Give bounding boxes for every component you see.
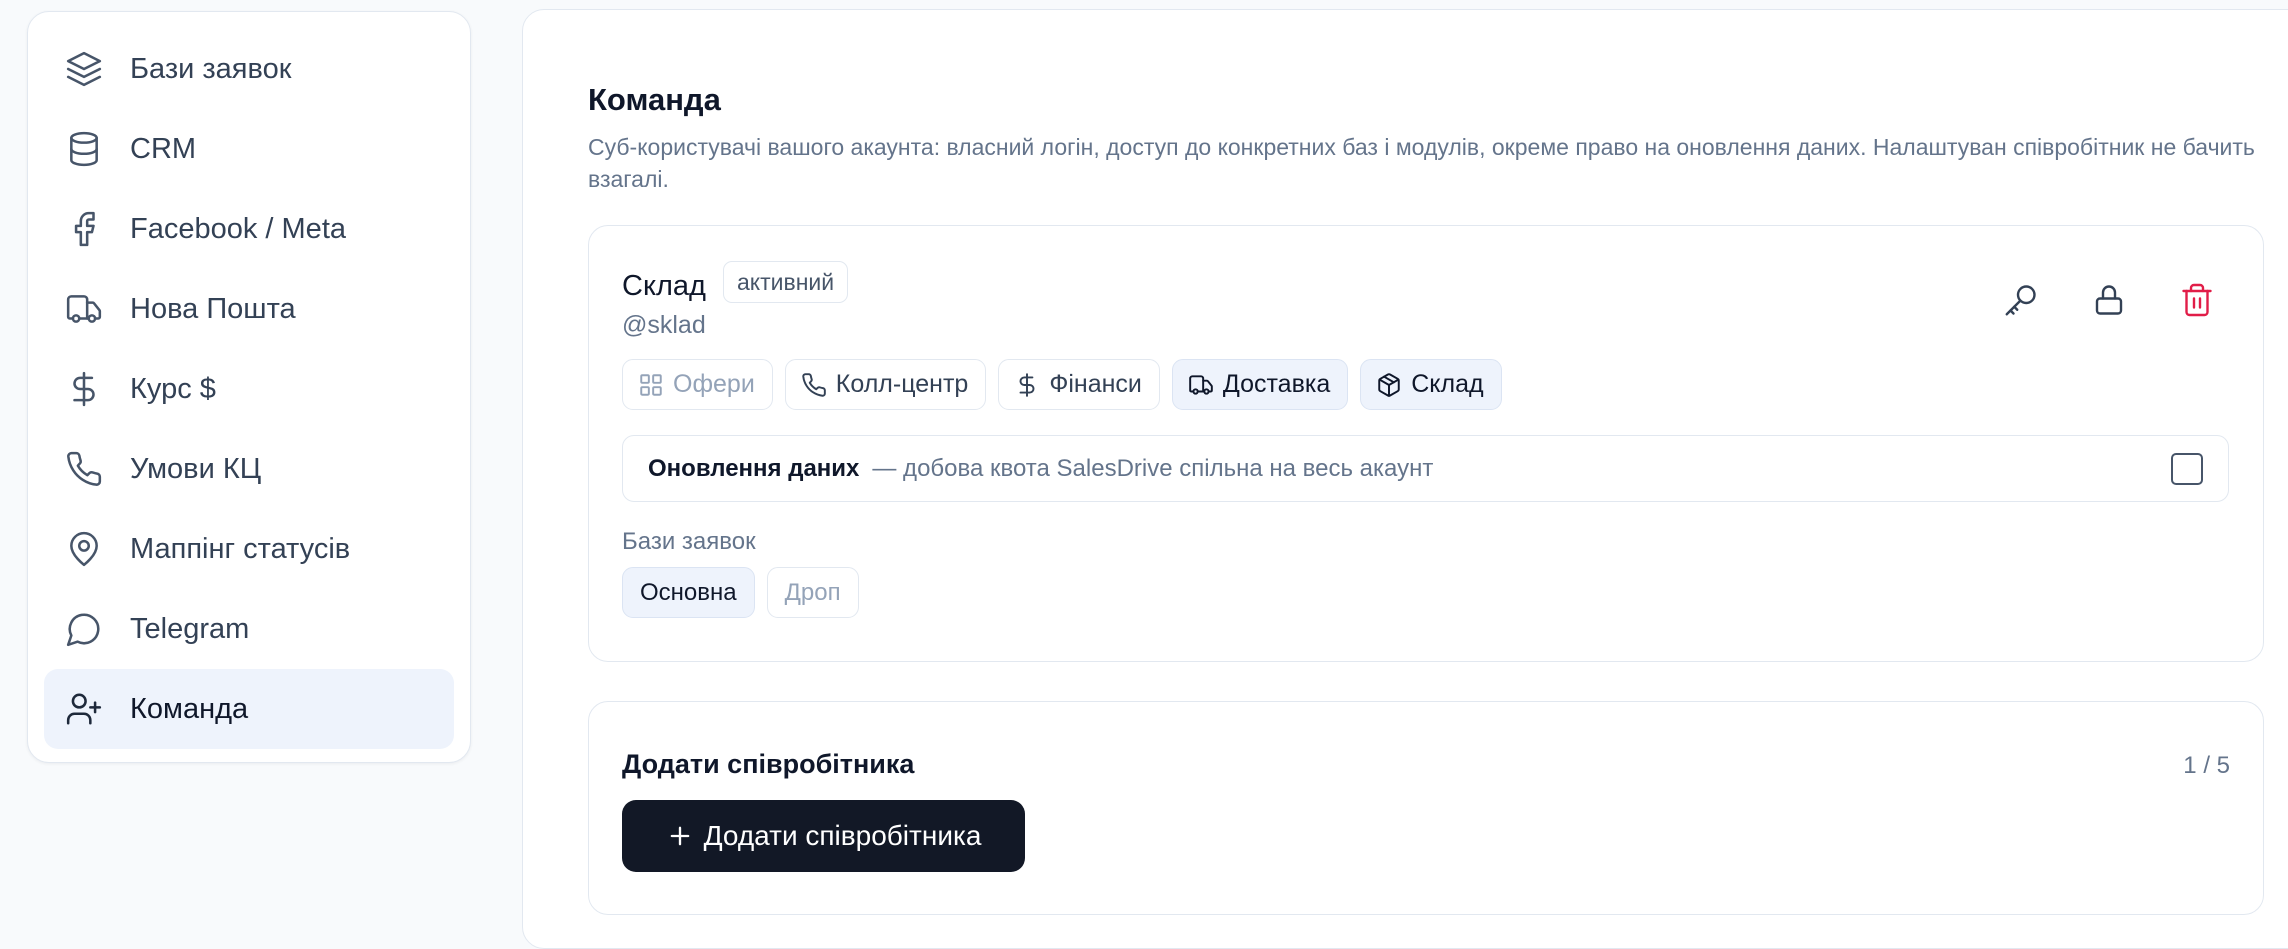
sidebar-item-komanda[interactable]: Команда bbox=[44, 669, 454, 749]
delete-member-button[interactable] bbox=[2177, 280, 2217, 320]
base-chip-drop[interactable]: Дроп bbox=[766, 567, 859, 618]
phone-icon bbox=[800, 371, 828, 399]
module-chips: Офери Колл-центр Фінанси Доставка Склад bbox=[622, 359, 1502, 410]
module-chip-label: Доставка bbox=[1222, 370, 1331, 398]
layers-icon bbox=[64, 49, 104, 89]
sidebar-item-umovy-kc[interactable]: Умови КЦ bbox=[44, 429, 454, 509]
add-member-button[interactable]: Додати співробітника bbox=[622, 800, 1025, 872]
sidebar-item-label: Маппінг статусів bbox=[130, 532, 351, 565]
add-member-button-label: Додати співробітника bbox=[703, 820, 982, 851]
add-member-title: Додати співробітника bbox=[622, 749, 915, 779]
page-title: Команда bbox=[588, 82, 721, 117]
change-password-button[interactable] bbox=[2001, 280, 2041, 320]
dollar-icon bbox=[64, 369, 104, 409]
box-icon bbox=[1375, 371, 1403, 399]
sidebar-item-kurs[interactable]: Курс $ bbox=[44, 349, 454, 429]
data-update-label: Оновлення даних bbox=[648, 454, 860, 482]
status-badge: активний bbox=[723, 261, 849, 303]
key-icon bbox=[2003, 282, 2039, 318]
sidebar-item-crm[interactable]: CRM bbox=[44, 109, 454, 189]
sidebar-item-label: Курс $ bbox=[130, 372, 216, 405]
dollar-icon bbox=[1013, 371, 1041, 399]
sidebar-item-nova-poshta[interactable]: Нова Пошта bbox=[44, 269, 454, 349]
module-chip-call-center[interactable]: Колл-центр bbox=[784, 359, 987, 410]
sidebar-item-label: CRM bbox=[130, 132, 197, 165]
sidebar-item-label: Умови КЦ bbox=[130, 452, 262, 485]
truck-icon bbox=[64, 289, 104, 329]
module-chip-offers[interactable]: Офери bbox=[622, 359, 773, 410]
module-chip-finance[interactable]: Фінанси bbox=[998, 359, 1160, 410]
phone-icon bbox=[64, 449, 104, 489]
module-chip-label: Офери bbox=[673, 370, 755, 398]
module-chip-label: Колл-центр bbox=[835, 370, 969, 398]
sidebar-item-label: Бази заявок bbox=[130, 52, 292, 85]
base-chip-main[interactable]: Основна bbox=[622, 567, 755, 618]
module-chip-label: Фінанси bbox=[1049, 370, 1142, 398]
member-counter: 1 / 5 bbox=[2183, 752, 2230, 779]
lock-icon bbox=[2091, 282, 2127, 318]
module-chip-label: Склад bbox=[1411, 370, 1484, 398]
message-circle-icon bbox=[64, 609, 104, 649]
plus-icon bbox=[666, 822, 694, 850]
add-member-card: Додати співробітника 1 / 5 Додати співро… bbox=[588, 701, 2264, 915]
page-description: Суб-користувачі вашого акаунта: власний … bbox=[588, 134, 2255, 192]
truck-icon bbox=[1187, 371, 1215, 399]
sidebar-item-facebook[interactable]: Facebook / Meta bbox=[44, 189, 454, 269]
module-chip-warehouse[interactable]: Склад bbox=[1360, 359, 1502, 410]
member-login: @sklad bbox=[622, 311, 706, 339]
data-update-hint: — добова квота SalesDrive спільна на вес… bbox=[872, 454, 1434, 482]
bases-label: Бази заявок bbox=[622, 528, 756, 555]
trash-icon bbox=[2179, 282, 2215, 318]
sidebar-item-label: Команда bbox=[130, 692, 249, 725]
grid-icon bbox=[637, 371, 665, 399]
sidebar-item-bazy-zayavok[interactable]: Бази заявок bbox=[44, 29, 454, 109]
member-card: Склад активний @sklad Офери Колл-центр Ф… bbox=[588, 225, 2264, 662]
sidebar-item-label: Facebook / Meta bbox=[130, 212, 346, 245]
member-name: Склад bbox=[622, 270, 706, 302]
map-pin-icon bbox=[64, 529, 104, 569]
base-chips: Основна Дроп bbox=[622, 567, 859, 618]
data-update-row: Оновлення даних — добова квота SalesDriv… bbox=[622, 435, 2229, 502]
sidebar: Бази заявок CRM Facebook / Meta Нова Пош… bbox=[27, 11, 471, 763]
main-panel: Команда Суб-користувачі вашого акаунта: … bbox=[522, 9, 2288, 949]
facebook-icon bbox=[64, 209, 104, 249]
sidebar-item-telegram[interactable]: Telegram bbox=[44, 589, 454, 669]
module-chip-delivery[interactable]: Доставка bbox=[1171, 359, 1349, 410]
block-access-button[interactable] bbox=[2089, 280, 2129, 320]
sidebar-nav: Бази заявок CRM Facebook / Meta Нова Пош… bbox=[44, 29, 454, 749]
user-plus-icon bbox=[64, 689, 104, 729]
sidebar-item-label: Нова Пошта bbox=[130, 292, 296, 325]
database-icon bbox=[64, 129, 104, 169]
sidebar-item-status-mapping[interactable]: Маппінг статусів bbox=[44, 509, 454, 589]
data-update-checkbox[interactable] bbox=[2171, 453, 2203, 485]
sidebar-item-label: Telegram bbox=[130, 612, 250, 645]
